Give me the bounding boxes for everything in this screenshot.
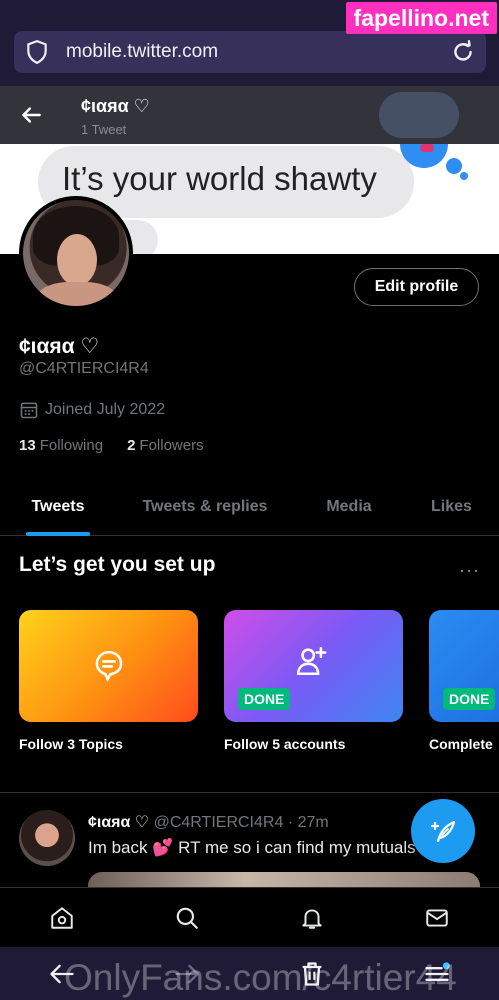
shield-icon [27, 40, 47, 65]
reload-icon[interactable] [450, 39, 476, 65]
search-icon[interactable] [174, 905, 200, 931]
more-options-icon[interactable]: ··· [459, 560, 480, 581]
messages-icon[interactable] [424, 905, 450, 931]
setup-card-topics[interactable] [19, 610, 198, 722]
joined-text: Joined July 2022 [45, 401, 166, 418]
notifications-icon[interactable] [299, 905, 325, 931]
compose-tweet-button[interactable] [411, 799, 475, 863]
tweet-text-part: RT me so i can find my mutuals [178, 838, 416, 857]
avatar-face [57, 234, 97, 286]
setup-card-label: Follow 3 Topics [19, 736, 123, 752]
followers-count: 2 [127, 437, 136, 454]
decor-dot [420, 144, 434, 152]
tab-tweets-replies[interactable]: Tweets & replies [116, 478, 294, 536]
followers-label: Followers [139, 437, 204, 454]
setup-card-label: Follow 5 accounts [224, 736, 346, 752]
follow-stats: 13 Following 2 Followers [19, 437, 228, 454]
tab-media[interactable]: Media [294, 478, 404, 536]
decor-dot [460, 172, 468, 180]
active-tab-indicator [26, 532, 90, 536]
tab-label: Media [326, 498, 372, 515]
setup-card-label: Complete [429, 736, 493, 752]
url-text: mobile.twitter.com [66, 41, 219, 62]
setup-card-accounts[interactable]: DONE [224, 610, 403, 722]
tweet-header: ¢ιαяα ♡ @C4RTIERCI4R4 · 27m [88, 812, 329, 832]
header-name: ¢ιαяα ♡ [81, 96, 150, 116]
following-label: Following [39, 437, 104, 454]
home-icon[interactable] [49, 905, 75, 931]
address-bar[interactable]: mobile.twitter.com [14, 31, 486, 73]
edit-profile-button[interactable]: Edit profile [354, 268, 479, 306]
following-link[interactable]: 13 Following [19, 437, 103, 454]
tweet-text-part: Im back [88, 838, 148, 857]
tweet-text: Im back 💕 RT me so i can find my mutuals [88, 838, 416, 858]
tab-tweets[interactable]: Tweets [0, 478, 116, 536]
avatar-body [37, 282, 117, 306]
profile-tabs: Tweets Tweets & replies Media Likes [0, 478, 499, 536]
heart-emoji: 💕 [152, 838, 174, 857]
compose-feather-icon [430, 820, 456, 843]
back-arrow-icon[interactable] [18, 102, 44, 128]
followers-link[interactable]: 2 Followers [127, 437, 204, 454]
setup-title: Let’s get you set up [19, 553, 216, 576]
decor-dot [446, 158, 462, 174]
banner-text: It’s your world shawty [62, 160, 377, 197]
tweet-author-handle: @C4RTIERCI4R4 [153, 814, 284, 831]
calendar-icon [20, 402, 38, 419]
tab-likes[interactable]: Likes [404, 478, 499, 536]
following-count: 13 [19, 437, 36, 454]
blurred-element [379, 92, 459, 138]
tweet-time: · 27m [287, 814, 329, 831]
joined-date: Joined July 2022 [19, 400, 165, 420]
onlyfans-watermark: OnlyFans.com/c4rtier44 [64, 957, 457, 998]
profile-top-nav: ¢ιαяα ♡ 1 Tweet [0, 86, 499, 144]
profile-handle: @C4RTIERCI4R4 [19, 360, 149, 377]
profile-name: ¢ιαяα ♡ [19, 335, 100, 358]
watermark-logo: fapellino.net [345, 2, 497, 34]
divider [0, 792, 499, 793]
done-badge: DONE [443, 688, 496, 710]
header-tweet-count: 1 Tweet [81, 122, 127, 137]
tab-label: Likes [431, 498, 472, 515]
setup-card-complete[interactable]: DONE [429, 610, 499, 722]
tweet-author-name[interactable]: ¢ιαяα ♡ [88, 814, 149, 831]
done-badge: DONE [238, 688, 291, 710]
topic-icon [95, 650, 123, 682]
profile-avatar[interactable] [19, 196, 133, 310]
tab-label: Tweets [31, 498, 85, 515]
tweet-avatar[interactable] [19, 810, 75, 866]
bottom-nav [0, 887, 499, 947]
tab-label: Tweets & replies [142, 498, 268, 515]
add-person-icon [296, 646, 327, 676]
